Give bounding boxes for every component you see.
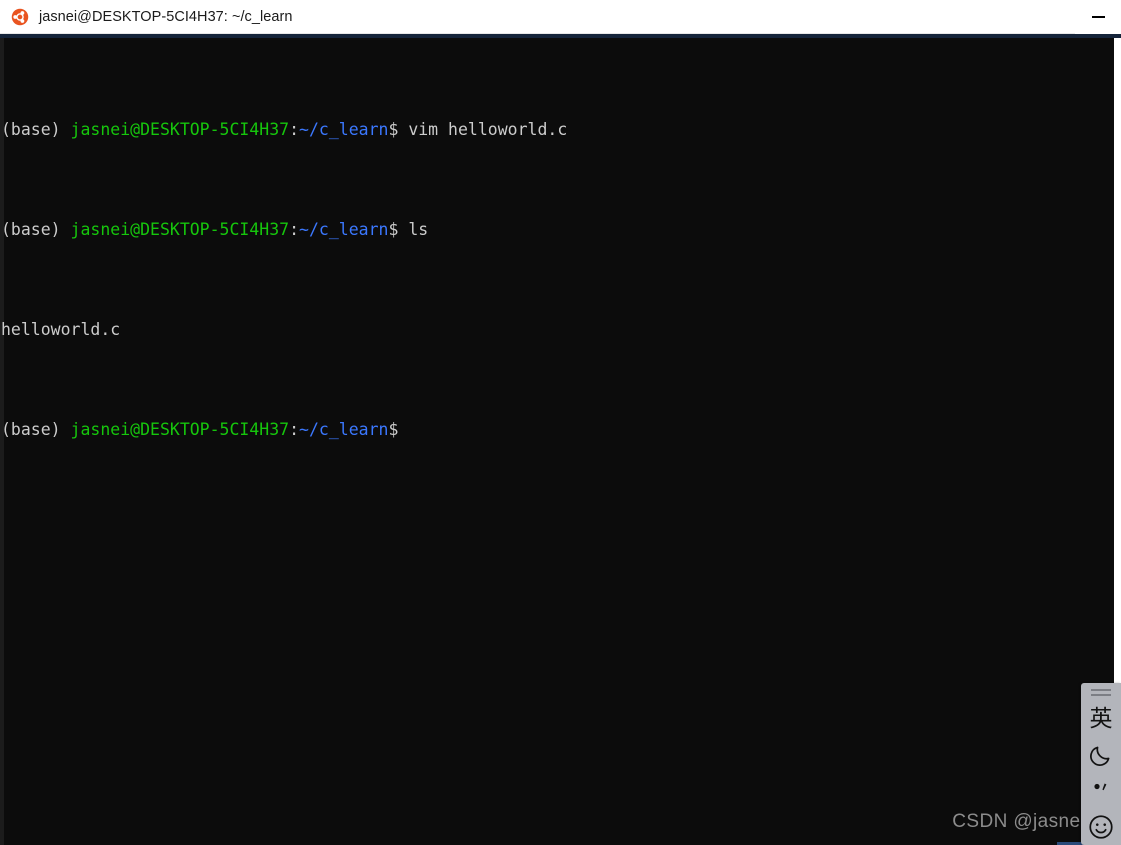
prompt-path: ~/c_learn: [299, 220, 389, 239]
prompt-colon: :: [289, 420, 300, 439]
moon-icon: [1090, 746, 1110, 767]
terminal-screen[interactable]: (base) jasnei@DESKTOP-5CI4H37:~/c_learn$…: [0, 40, 1114, 500]
minimize-icon: [1091, 15, 1105, 18]
terminal-line: (base) jasnei@DESKTOP-5CI4H37:~/c_learn$…: [1, 120, 1114, 140]
terminal-window: jasnei@DESKTOP-5CI4H37: ~/c_learn (base)…: [0, 0, 1121, 845]
prompt-env: (base): [1, 120, 71, 139]
terminal-line: helloworld.c: [1, 320, 1114, 340]
prompt-sigil: $: [388, 120, 409, 139]
window-title: jasnei@DESKTOP-5CI4H37: ~/c_learn: [39, 8, 293, 25]
smiley-icon: [1089, 815, 1113, 840]
ime-emoji-button[interactable]: [1081, 810, 1121, 845]
prompt-env: (base): [1, 220, 71, 239]
csdn-watermark: CSDN @jasneik: [952, 811, 1095, 832]
terminal-body[interactable]: (base) jasnei@DESKTOP-5CI4H37:~/c_learn$…: [0, 38, 1121, 845]
prompt-colon: :: [289, 220, 300, 239]
prompt-path: ~/c_learn: [299, 420, 389, 439]
ime-language-toggle[interactable]: 英: [1081, 702, 1121, 737]
prompt-sigil: $: [388, 220, 409, 239]
terminal-line: (base) jasnei@DESKTOP-5CI4H37:~/c_learn$: [1, 420, 1114, 440]
prompt-user-host: jasnei@DESKTOP-5CI4H37: [70, 220, 290, 239]
window-controls: [1075, 0, 1121, 34]
english-mode-icon: 英: [1089, 706, 1113, 733]
ime-floating-bar[interactable]: 英: [1081, 683, 1121, 845]
prompt-colon: :: [289, 120, 300, 139]
prompt-user-host: jasnei@DESKTOP-5CI4H37: [70, 420, 290, 439]
title-bar[interactable]: jasnei@DESKTOP-5CI4H37: ~/c_learn: [0, 0, 1121, 34]
ime-moon-button[interactable]: [1081, 738, 1121, 773]
ime-punctuation-button[interactable]: [1081, 773, 1121, 808]
drag-handle-icon[interactable]: [1091, 689, 1111, 697]
prompt-sigil: $: [388, 420, 399, 439]
prompt-user-host: jasnei@DESKTOP-5CI4H37: [70, 120, 290, 139]
ubuntu-logo-icon: [11, 8, 29, 26]
prompt-path: ~/c_learn: [299, 120, 389, 139]
prompt-env: (base): [1, 420, 71, 439]
terminal-line: (base) jasnei@DESKTOP-5CI4H37:~/c_learn$…: [1, 220, 1114, 240]
terminal-output: helloworld.c: [1, 320, 121, 339]
terminal-command: vim helloworld.c: [408, 120, 568, 139]
punctuation-icon: [1094, 783, 1107, 791]
minimize-button[interactable]: [1075, 0, 1121, 34]
terminal-command: ls: [408, 220, 429, 239]
